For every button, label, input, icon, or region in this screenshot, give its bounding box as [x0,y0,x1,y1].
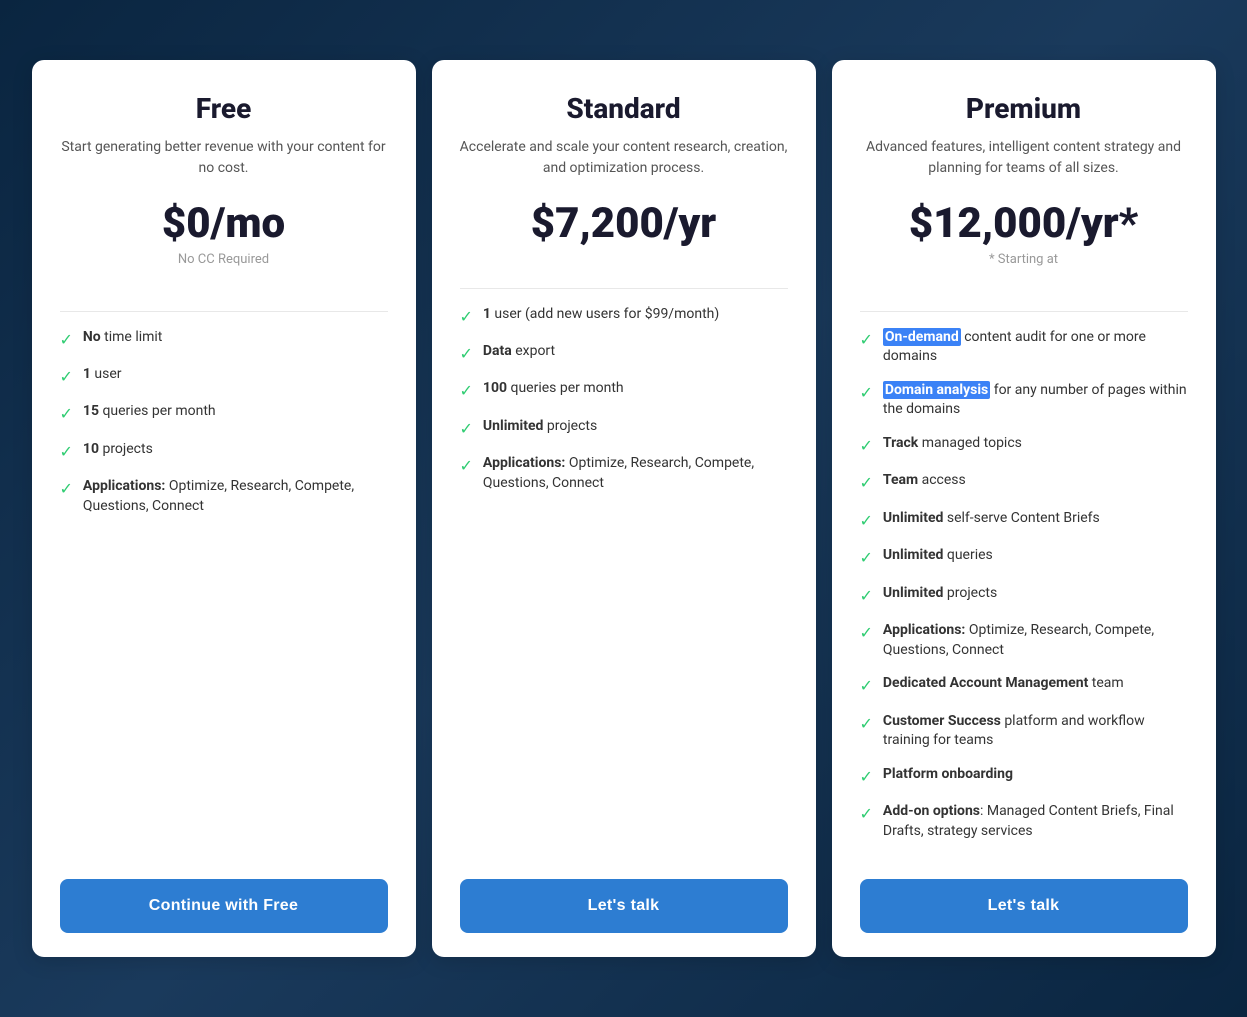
pricing-card-standard: Standard Accelerate and scale your conten… [432,60,816,958]
check-icon: ✓ [460,343,473,365]
feature-item-premium-10: ✓ Platform onboarding [860,765,1188,788]
plan-price-sub-free: No CC Required [60,252,388,267]
plan-price-free: $0/mo [60,199,388,248]
features-list-standard: ✓ 1 user (add new users for $99/month) ✓ Da… [460,305,788,856]
feature-text-standard-3: Unlimited projects [483,417,597,437]
check-icon: ✓ [860,382,873,404]
features-list-free: ✓ No time limit ✓ 1 user ✓ 15 queries per mon… [60,328,388,856]
card-header-free: Free Start generating better revenue with… [60,92,388,275]
feature-text-free-4: Applications: Optimize, Research, Compet… [83,477,388,516]
divider-free [60,311,388,312]
feature-text-standard-2: 100 queries per month [483,379,624,399]
feature-item-premium-0: ✓ On-demand content audit for one or more… [860,328,1188,367]
feature-item-free-2: ✓ 15 queries per month [60,402,388,425]
check-icon: ✓ [460,455,473,477]
pricing-container: Free Start generating better revenue with… [24,52,1224,966]
feature-item-premium-4: ✓ Unlimited self-serve Content Briefs [860,509,1188,532]
feature-text-premium-0: On-demand content audit for one or more … [883,328,1188,367]
check-icon: ✓ [60,403,73,425]
plan-description-standard: Accelerate and scale your content resear… [460,137,788,179]
check-icon: ✓ [860,585,873,607]
check-icon: ✓ [60,366,73,388]
feature-item-premium-1: ✓ Domain analysis for any number of pages… [860,381,1188,420]
feature-text-premium-1: Domain analysis for any number of pages … [883,381,1188,420]
check-icon: ✓ [860,622,873,644]
feature-text-premium-9: Customer Success platform and workflow t… [883,712,1188,751]
feature-item-premium-6: ✓ Unlimited projects [860,584,1188,607]
feature-text-premium-10: Platform onboarding [883,765,1013,785]
feature-text-standard-4: Applications: Optimize, Research, Compet… [483,454,788,493]
feature-item-premium-5: ✓ Unlimited queries [860,546,1188,569]
feature-text-premium-2: Track managed topics [883,434,1022,454]
feature-text-standard-0: 1 user (add new users for $99/month) [483,305,719,325]
check-icon: ✓ [460,380,473,402]
check-icon: ✓ [860,547,873,569]
feature-text-premium-3: Team access [883,471,966,491]
check-icon: ✓ [460,306,473,328]
check-icon: ✓ [460,418,473,440]
card-header-premium: Premium Advanced features, intelligent co… [860,92,1188,275]
feature-text-free-0: No time limit [83,328,162,348]
feature-item-standard-0: ✓ 1 user (add new users for $99/month) [460,305,788,328]
check-icon: ✓ [860,675,873,697]
feature-text-free-2: 15 queries per month [83,402,216,422]
check-icon: ✓ [860,803,873,825]
feature-text-premium-5: Unlimited queries [883,546,993,566]
plan-name-standard: Standard [460,92,788,125]
check-icon: ✓ [860,510,873,532]
divider-standard [460,288,788,289]
plan-description-premium: Advanced features, intelligent content s… [860,137,1188,179]
feature-text-premium-7: Applications: Optimize, Research, Compet… [883,621,1188,660]
check-icon: ✓ [860,329,873,351]
pricing-card-premium: Premium Advanced features, intelligent co… [832,60,1216,958]
cta-button-standard[interactable]: Let's talk [460,879,788,933]
feature-item-premium-2: ✓ Track managed topics [860,434,1188,457]
feature-item-premium-9: ✓ Customer Success platform and workflow … [860,712,1188,751]
card-header-standard: Standard Accelerate and scale your conten… [460,92,788,252]
feature-item-free-4: ✓ Applications: Optimize, Research, Compe… [60,477,388,516]
check-icon: ✓ [60,478,73,500]
feature-text-standard-1: Data export [483,342,555,362]
check-icon: ✓ [60,329,73,351]
feature-text-free-1: 1 user [83,365,122,385]
feature-item-free-3: ✓ 10 projects [60,440,388,463]
plan-name-premium: Premium [860,92,1188,125]
feature-item-premium-8: ✓ Dedicated Account Management team [860,674,1188,697]
feature-text-premium-8: Dedicated Account Management team [883,674,1124,694]
features-list-premium: ✓ On-demand content audit for one or more… [860,328,1188,856]
feature-text-premium-11: Add-on options: Managed Content Briefs, … [883,802,1188,841]
check-icon: ✓ [860,766,873,788]
plan-price-sub-premium: * Starting at [860,252,1188,267]
pricing-card-free: Free Start generating better revenue with… [32,60,416,958]
plan-price-standard: $7,200/yr [460,199,788,248]
feature-item-free-0: ✓ No time limit [60,328,388,351]
check-icon: ✓ [860,472,873,494]
feature-item-premium-7: ✓ Applications: Optimize, Research, Compe… [860,621,1188,660]
cta-button-free[interactable]: Continue with Free [60,879,388,933]
plan-price-premium: $12,000/yr* [860,199,1188,248]
divider-premium [860,311,1188,312]
feature-text-premium-4: Unlimited self-serve Content Briefs [883,509,1100,529]
feature-text-premium-6: Unlimited projects [883,584,997,604]
feature-text-free-3: 10 projects [83,440,153,460]
feature-item-premium-11: ✓ Add-on options: Managed Content Briefs,… [860,802,1188,841]
feature-item-premium-3: ✓ Team access [860,471,1188,494]
check-icon: ✓ [860,713,873,735]
feature-item-free-1: ✓ 1 user [60,365,388,388]
feature-item-standard-4: ✓ Applications: Optimize, Research, Compe… [460,454,788,493]
plan-description-free: Start generating better revenue with you… [60,137,388,179]
plan-name-free: Free [60,92,388,125]
check-icon: ✓ [860,435,873,457]
feature-item-standard-3: ✓ Unlimited projects [460,417,788,440]
check-icon: ✓ [60,441,73,463]
feature-item-standard-2: ✓ 100 queries per month [460,379,788,402]
cta-button-premium[interactable]: Let's talk [860,879,1188,933]
feature-item-standard-1: ✓ Data export [460,342,788,365]
